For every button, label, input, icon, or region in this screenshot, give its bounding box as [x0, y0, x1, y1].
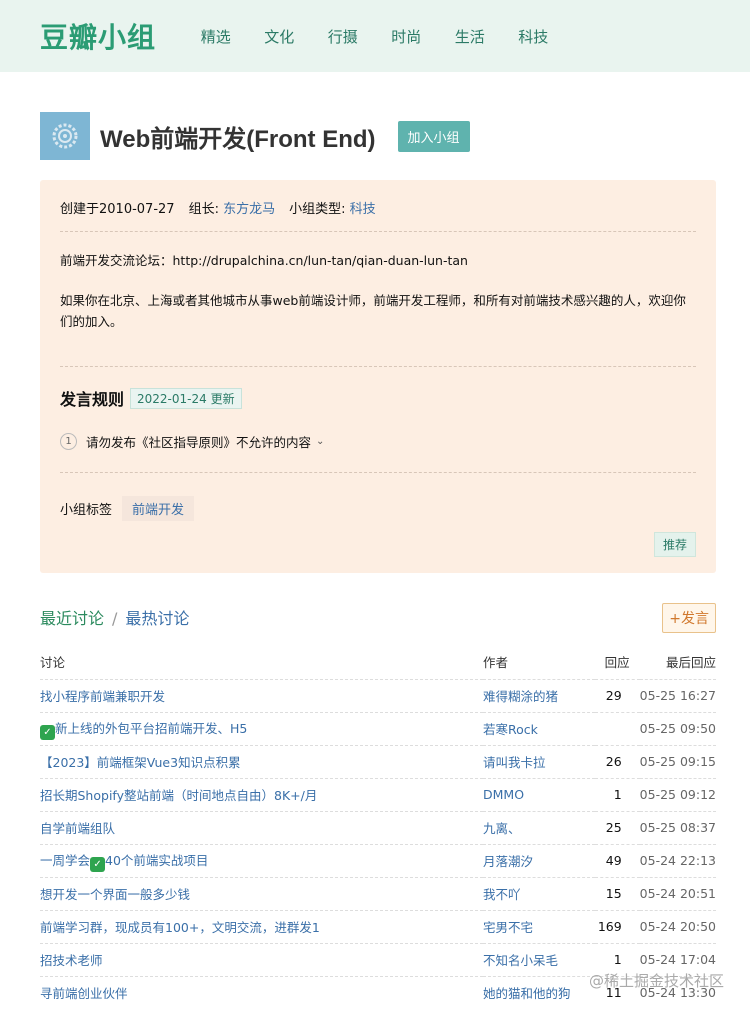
reply-count: 169 — [594, 909, 640, 943]
group-header: Web前端开发(Front End) 加入小组 — [40, 112, 470, 160]
rule-number: 1 — [60, 433, 77, 450]
nav-item-featured[interactable]: 精选 — [184, 26, 248, 47]
tab-hot[interactable]: 最热讨论 — [125, 609, 189, 628]
check-mark-icon: ✓ — [90, 856, 106, 872]
table-row: 找小程序前端兼职开发 难得糊涂的猪 29 05-25 16:27 — [40, 678, 716, 712]
table-row: 想开发一个界面一般多少钱 我不吖 15 05-24 20:51 — [40, 876, 716, 910]
watermark: @稀土掘金技术社区 — [588, 972, 724, 990]
tab-recent[interactable]: 最近讨论 — [40, 609, 104, 628]
divider — [60, 231, 696, 232]
group-title: Web前端开发(Front End) — [100, 125, 376, 153]
topic-link[interactable]: 想开发一个界面一般多少钱 — [40, 876, 483, 910]
reply-count: 25 — [594, 810, 640, 844]
discussion-tabs: 最近讨论 / 最热讨论 — [40, 605, 189, 629]
header-replies: 回应 — [604, 655, 630, 671]
author-link[interactable]: 若寒Rock — [483, 711, 595, 745]
rules-title: 发言规则 — [60, 390, 125, 409]
topic-title-part: 一周学会 — [40, 852, 91, 868]
topic-link[interactable]: 自学前端组队 — [40, 810, 483, 844]
author-link[interactable]: 月落潮汐 — [483, 843, 595, 877]
new-post-button[interactable]: +发言 — [662, 603, 716, 633]
author-link[interactable]: 九离、 — [483, 810, 595, 844]
topic-title-part: 40个前端实战项目 — [105, 852, 209, 868]
gear-icon — [52, 123, 78, 149]
topic-link[interactable]: 【2023】前端框架Vue3知识点积累 — [40, 744, 483, 778]
table-row: 自学前端组队 九离、 25 05-25 08:37 — [40, 810, 716, 844]
author-link[interactable]: 请叫我卡拉 — [483, 744, 595, 778]
table-row: 【2023】前端框架Vue3知识点积累 请叫我卡拉 26 05-25 09:15 — [40, 744, 716, 778]
author-link[interactable]: 她的猫和他的狗 — [483, 975, 595, 1009]
leader-label: 组长: — [188, 202, 219, 217]
header-last-reply: 最后回应 — [665, 655, 716, 671]
author-link[interactable]: 不知名小呆毛 — [483, 942, 595, 976]
topic-title: 新上线的外包平台招前端开发、H5 — [55, 720, 248, 736]
table-row: 前端学习群，现成员有100+，文明交流，进群发1 宅男不宅 169 05-24 … — [40, 909, 716, 943]
table-row: ✓ 新上线的外包平台招前端开发、H5 若寒Rock 05-25 09:50 — [40, 711, 716, 745]
site-logo[interactable]: 豆瓣小组 — [40, 16, 156, 56]
group-info-panel: 创建于2010-07-27 组长: 东方龙马 小组类型: 科技 前端开发交流论坛：h… — [40, 180, 716, 573]
rule-item[interactable]: 1 请勿发布《社区指导原则》不允许的内容 ⌄ — [60, 432, 324, 451]
table-row: 一周学会 ✓ 40个前端实战项目 月落潮汐 49 05-24 22:13 — [40, 843, 716, 877]
last-reply-time: 05-24 20:50 — [639, 909, 716, 943]
table-row: 招长期Shopify整站前端（时间地点自由）8K+/月 DMMO 1 05-25… — [40, 777, 716, 811]
tags-label: 小组标签 — [60, 503, 113, 518]
header-topic: 讨论 — [40, 655, 66, 671]
header-author: 作者 — [483, 655, 509, 671]
last-reply-time: 05-25 09:50 — [639, 711, 716, 745]
reply-count: 15 — [594, 876, 640, 910]
divider — [60, 472, 696, 473]
last-reply-time: 05-25 16:27 — [639, 678, 716, 712]
leader-link[interactable]: 东方龙马 — [223, 202, 275, 217]
topic-link[interactable]: 寻前端创业伙伴 — [40, 975, 483, 1009]
forum-info: 前端开发交流论坛：http://drupalchina.cn/lun-tan/q… — [60, 253, 468, 268]
author-link[interactable]: 难得糊涂的猪 — [483, 678, 595, 712]
nav-item-life[interactable]: 生活 — [438, 26, 502, 47]
table-header-row: 讨论 作者 回应 最后回应 — [40, 645, 716, 679]
tag-link[interactable]: 前端开发 — [122, 496, 195, 521]
discussion-table: 讨论 作者 回应 最后回应 找小程序前端兼职开发 难得糊涂的猪 29 05-25… — [40, 645, 716, 1009]
reply-count: 49 — [594, 843, 640, 877]
author-link[interactable]: 我不吖 — [483, 876, 595, 910]
reply-count — [594, 711, 640, 745]
nav-item-tech[interactable]: 科技 — [502, 26, 566, 47]
last-reply-time: 05-25 09:15 — [639, 744, 716, 778]
topic-link[interactable]: 招长期Shopify整站前端（时间地点自由）8K+/月 — [40, 777, 483, 811]
reply-count: 26 — [594, 744, 640, 778]
last-reply-time: 05-25 09:12 — [639, 777, 716, 811]
rules-header: 发言规则 2022-01-24 更新 — [60, 386, 242, 410]
rule-text: 请勿发布《社区指导原则》不允许的内容 — [86, 435, 312, 450]
tab-separator: / — [112, 609, 118, 628]
nav-item-fashion[interactable]: 时尚 — [375, 26, 439, 47]
last-reply-time: 05-25 08:37 — [639, 810, 716, 844]
group-tags: 小组标签 前端开发 — [60, 496, 195, 521]
recommend-button[interactable]: 推荐 — [653, 532, 696, 557]
check-mark-icon: ✓ — [40, 724, 55, 740]
reply-count: 1 — [594, 777, 640, 811]
group-description: 如果你在北京、上海或者其他城市从事web前端设计师，前端开发工程师，和所有对前端… — [60, 293, 686, 329]
type-label: 小组类型: — [289, 202, 346, 217]
type-link[interactable]: 科技 — [350, 202, 376, 217]
group-meta: 创建于2010-07-27 组长: 东方龙马 小组类型: 科技 — [60, 198, 376, 217]
topic-link[interactable]: 找小程序前端兼职开发 — [40, 678, 483, 712]
nav-item-travel[interactable]: 行摄 — [311, 26, 375, 47]
reply-count: 29 — [594, 678, 640, 712]
top-bar: 豆瓣小组 精选 文化 行摄 时尚 生活 科技 — [0, 0, 750, 72]
last-reply-time: 05-24 20:51 — [639, 876, 716, 910]
nav-item-culture[interactable]: 文化 — [248, 26, 312, 47]
main-nav: 精选 文化 行摄 时尚 生活 科技 — [184, 26, 565, 47]
rules-date-badge: 2022-01-24 更新 — [130, 387, 242, 409]
chevron-down-icon: ⌄ — [316, 436, 325, 447]
topic-link[interactable]: 一周学会 ✓ 40个前端实战项目 — [40, 843, 483, 877]
author-link[interactable]: 宅男不宅 — [483, 909, 595, 943]
created-date: 创建于2010-07-27 — [60, 202, 175, 217]
author-link[interactable]: DMMO — [483, 777, 595, 811]
group-avatar — [40, 112, 90, 160]
topic-link[interactable]: 前端学习群，现成员有100+，文明交流，进群发1 — [40, 909, 483, 943]
last-reply-time: 05-24 22:13 — [639, 843, 716, 877]
topic-link[interactable]: ✓ 新上线的外包平台招前端开发、H5 — [40, 711, 483, 745]
topic-link[interactable]: 招技术老师 — [40, 942, 483, 976]
divider — [60, 366, 696, 367]
join-group-button[interactable]: 加入小组 — [397, 120, 470, 152]
